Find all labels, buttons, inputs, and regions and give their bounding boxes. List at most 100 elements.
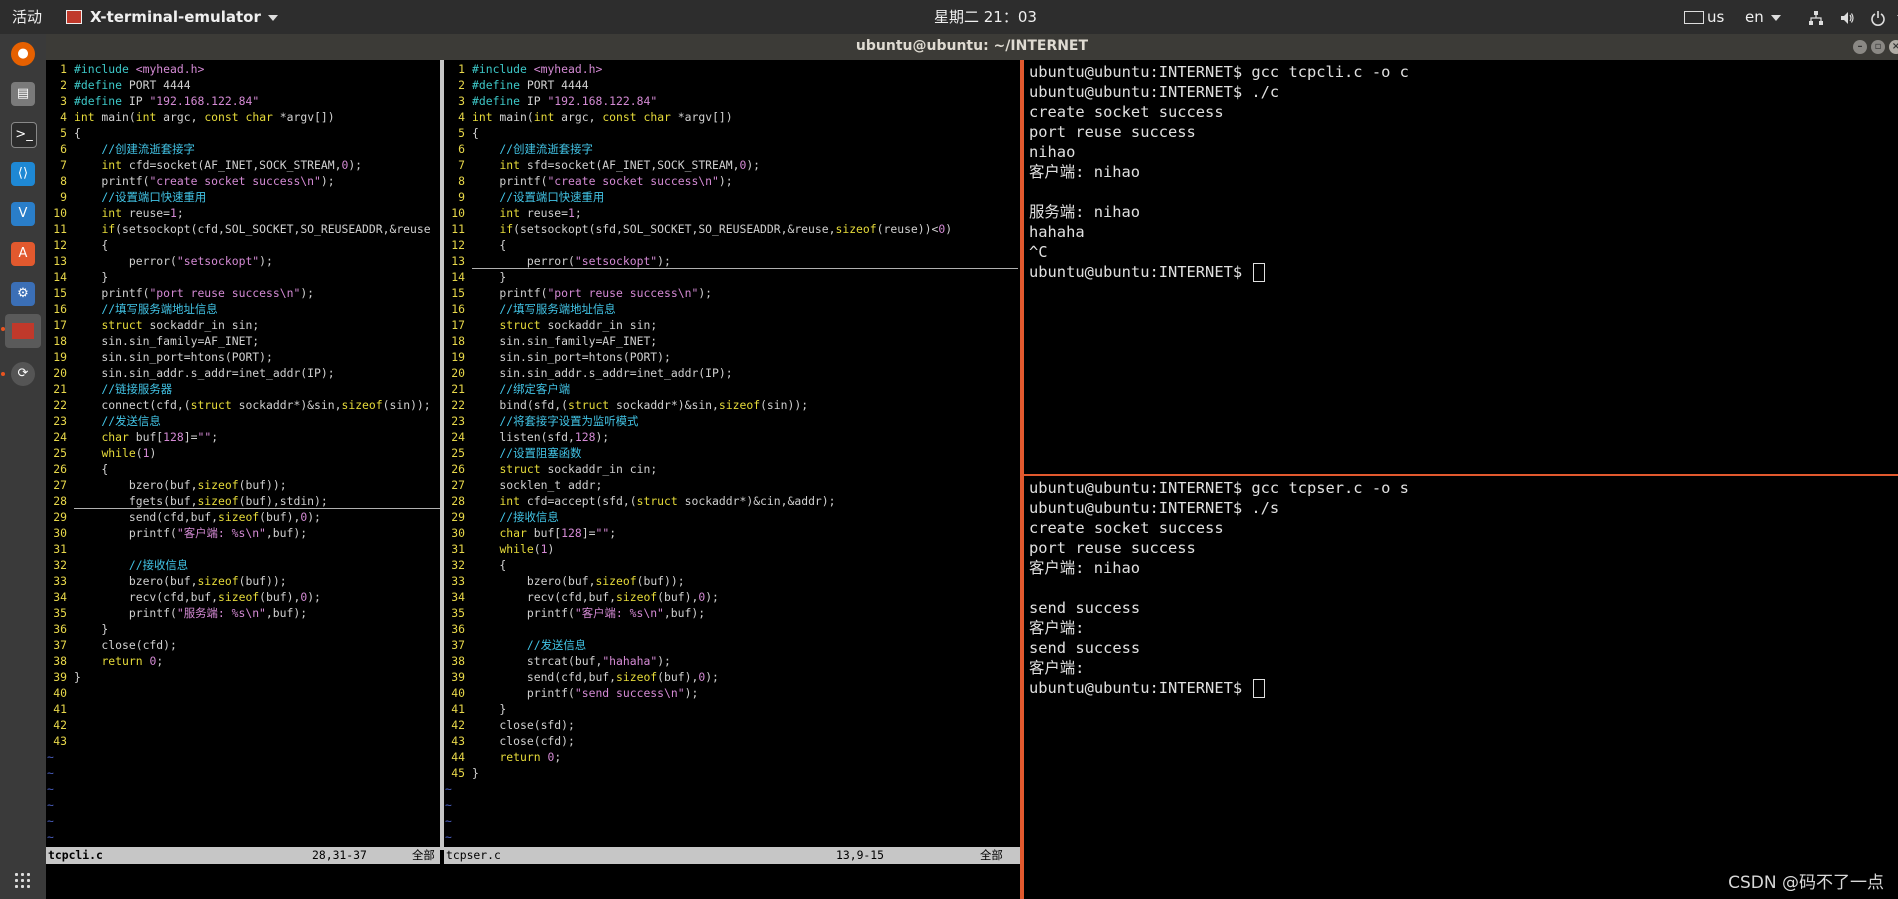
code-text: //设置端口快速重用 <box>472 190 605 204</box>
terminal-area[interactable]: 1 #include <myhead.h> 2 #define PORT 4444 3 #… <box>46 60 1898 899</box>
line-number: 21 <box>53 382 67 396</box>
line-number: 23 <box>451 414 465 428</box>
line-number: 19 <box>451 350 465 364</box>
line-number: 27 <box>53 478 67 492</box>
code-text: socklen_t addr; <box>472 478 603 492</box>
vim-empty-line-marker: ~ <box>47 814 54 828</box>
vim-scroll-indicator: 全部 <box>980 848 1003 862</box>
files-icon[interactable]: ▤ <box>11 82 35 106</box>
terminal-output-line: port reuse success <box>1029 539 1196 557</box>
server-terminal-pane[interactable]: ubuntu@ubuntu:INTERNET$ gcc tcpser.c -o … <box>1029 478 1898 888</box>
code-line: 24 listen(sfd,128); <box>444 429 1018 445</box>
code-text: { <box>472 238 507 252</box>
line-number: 10 <box>451 206 465 220</box>
code-line: 29 send(cfd,buf,sizeof(buf),0); <box>46 509 440 525</box>
line-number: 13 <box>53 254 67 268</box>
line-number: 42 <box>53 718 67 732</box>
line-number: 30 <box>53 526 67 540</box>
code-line: 19 sin.sin_port=htons(PORT); <box>444 349 1018 365</box>
code-text: int main(int argc, const char *argv[]) <box>74 110 335 124</box>
firefox-icon[interactable]: ● <box>11 42 35 66</box>
window-title: ubuntu@ubuntu: ~/INTERNET <box>855 38 1089 54</box>
code-text: connect(cfd,(struct sockaddr*)&sin,sizeo… <box>74 398 431 412</box>
code-line: 38 return 0; <box>46 653 440 669</box>
terminal-cursor[interactable] <box>1253 679 1266 698</box>
code-line: 33 bzero(buf,sizeof(buf)); <box>444 573 1018 589</box>
updater-icon[interactable]: ⟳ <box>11 362 35 386</box>
code-line: 43 close(cfd); <box>444 733 1018 749</box>
vmware-icon[interactable]: V <box>11 202 35 226</box>
maximize-icon[interactable]: ▫ <box>1871 40 1885 54</box>
client-terminal-pane[interactable]: ubuntu@ubuntu:INTERNET$ gcc tcpcli.c -o … <box>1029 62 1898 472</box>
vim-empty-line-marker: ~ <box>47 798 54 812</box>
terminal-output-line: 客户端: nihao <box>1029 559 1141 577</box>
line-number: 40 <box>53 686 67 700</box>
keyboard-layout-indicator[interactable]: us <box>1684 0 1724 34</box>
code-text: while(1) <box>101 446 157 460</box>
code-line: 12 { <box>444 237 1018 253</box>
code-text: printf("客户端: %s\n",buf); <box>74 526 308 540</box>
terminal-output-line: hahaha <box>1029 223 1085 241</box>
line-number: 37 <box>53 638 67 652</box>
line-number: 32 <box>451 558 465 572</box>
code-text: printf("port reuse success\n"); <box>472 286 713 300</box>
watermark: CSDN @码不了一点 <box>1728 873 1884 893</box>
code-text: printf("服务端: %s\n",buf); <box>74 606 308 620</box>
code-line: 30 char buf[128]=""; <box>444 525 1018 541</box>
line-number: 1 <box>60 62 67 76</box>
terminal-output-line: ^C <box>1029 243 1048 261</box>
code-line: 25 //设置阻塞函数 <box>444 445 1018 461</box>
vim-pane-left[interactable]: 1 #include <myhead.h> 2 #define PORT 4444 3 #… <box>46 60 440 899</box>
pane-divider-vertical[interactable] <box>1020 60 1024 899</box>
vim-pane-right[interactable]: 1 #include <myhead.h> 2 #define PORT 4444 3 #… <box>444 60 1018 899</box>
code-line: 42 close(sfd); <box>444 717 1018 733</box>
code-text: perror("setsockopt"); <box>74 254 273 268</box>
code-line: 14 } <box>46 269 440 285</box>
line-number: 17 <box>451 318 465 332</box>
code-text: #define IP "192.168.122.84" <box>74 94 260 108</box>
code-line: 33 bzero(buf,sizeof(buf)); <box>46 573 440 589</box>
system-status-area[interactable] <box>1808 0 1898 34</box>
code-line: 2 #define PORT 4444 <box>444 77 1018 93</box>
code-text: } <box>472 270 507 284</box>
code-line: 26 { <box>46 461 440 477</box>
terminal-icon[interactable]: >_ <box>11 122 37 148</box>
app-menu[interactable]: X-terminal-emulator <box>66 0 278 34</box>
code-line: 38 strcat(buf,"hahaha"); <box>444 653 1018 669</box>
minimize-icon[interactable]: – <box>1853 40 1867 54</box>
line-number: 32 <box>53 558 67 572</box>
code-line: 35 printf("客户端: %s\n",buf); <box>444 605 1018 621</box>
software-center-icon[interactable]: A <box>11 242 35 266</box>
pane-divider-horizontal[interactable] <box>1024 474 1898 476</box>
code-line: 28 int cfd=accept(sfd,(struct sockaddr*)… <box>444 493 1018 509</box>
code-line: 43 <box>46 733 440 749</box>
clock[interactable]: 星期二 21：03 <box>934 0 1037 34</box>
show-apps-icon[interactable] <box>15 873 31 889</box>
activities-button[interactable]: 活动 <box>12 0 42 34</box>
close-icon[interactable]: × <box>1889 40 1898 54</box>
code-line: 17 struct sockaddr_in sin; <box>444 317 1018 333</box>
code-line: 7 int sfd=socket(AF_INET,SOCK_STREAM,0); <box>444 157 1018 173</box>
code-text: printf("客户端: %s\n",buf); <box>472 606 706 620</box>
vscode-icon[interactable]: ⟨⟩ <box>11 162 35 186</box>
code-text: { <box>74 126 81 140</box>
code-line: 32 //接收信息 <box>46 557 440 573</box>
code-text: while(1) <box>499 542 555 556</box>
line-number: 15 <box>53 286 67 300</box>
language-menu[interactable]: en <box>1745 0 1781 34</box>
line-number: 22 <box>53 398 67 412</box>
vim-empty-line-marker: ~ <box>47 830 54 844</box>
window-title-bar[interactable]: ubuntu@ubuntu: ~/INTERNET – ▫ × <box>46 34 1898 60</box>
line-number: 25 <box>53 446 67 460</box>
line-number: 20 <box>53 366 67 380</box>
terminal-cursor[interactable] <box>1253 263 1266 282</box>
code-text: bzero(buf,sizeof(buf)); <box>74 574 287 588</box>
terminal-emulator-icon[interactable] <box>5 314 41 348</box>
line-number: 34 <box>451 590 465 604</box>
line-number: 31 <box>451 542 465 556</box>
code-text: } <box>74 270 109 284</box>
code-line: 44 return 0; <box>444 749 1018 765</box>
settings-icon[interactable]: ⚙ <box>11 282 35 306</box>
line-number: 29 <box>53 510 67 524</box>
code-line: 13 perror("setsockopt"); <box>444 253 1018 269</box>
